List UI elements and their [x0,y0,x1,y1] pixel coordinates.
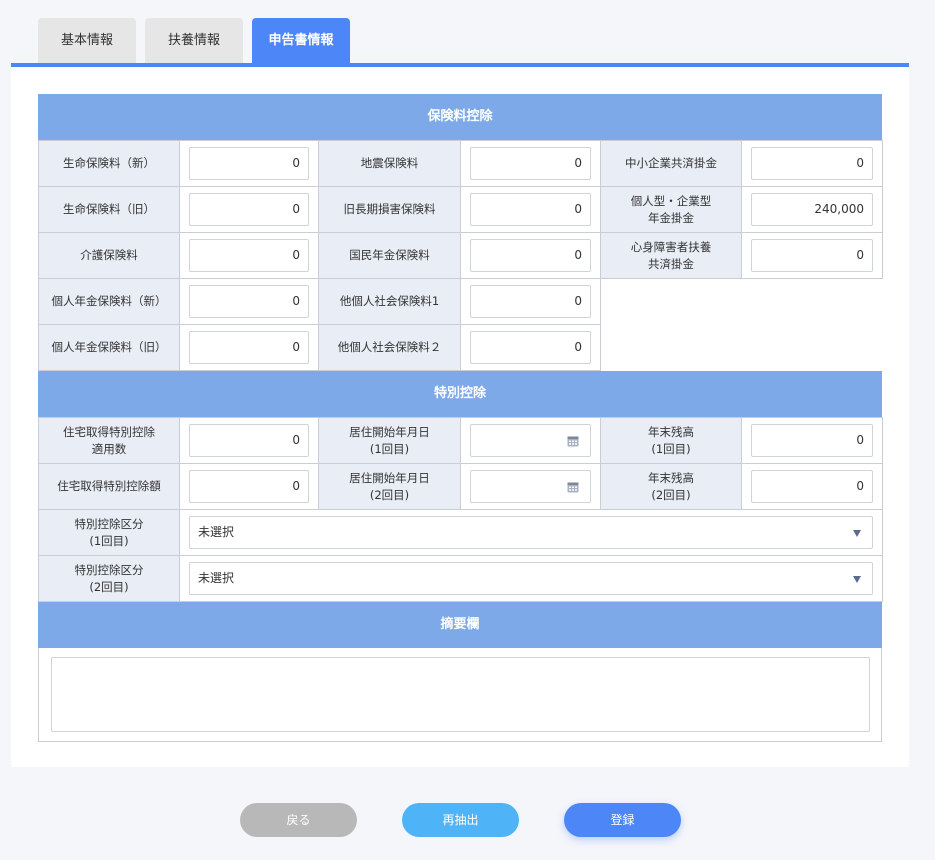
other-social-insurance-1-input[interactable]: 0 [470,285,591,318]
reextract-button[interactable]: 再抽出 [402,803,519,837]
housing-deduction-count-input[interactable]: 0 [189,424,309,457]
table-row: 住宅取得特別控除額 0 居住開始年月日 (2回目) 年末残高 (2回目) 0 [38,463,883,510]
calendar-icon[interactable] [567,435,579,447]
chevron-down-icon [853,576,861,583]
tab-basic-info[interactable]: 基本情報 [38,18,136,63]
field-label: 旧長期損害保険料 [318,186,461,233]
calendar-icon[interactable] [567,481,579,493]
register-button[interactable]: 登録 [564,803,681,837]
tab-declaration-info[interactable]: 申告書情報 [252,18,350,63]
field-label: 地震保険料 [318,140,461,187]
old-long-term-damage-insurance-input[interactable]: 0 [470,193,591,226]
field-label: 年末残高 (2回目) [600,463,742,510]
table-row: 特別控除区分 (2回目) 未選択 [38,555,883,602]
personal-pension-new-input[interactable]: 0 [189,285,309,318]
insurance-table: 生命保険料（新） 0 地震保険料 0 中小企業共済掛金 0 生命保険料（旧） 0… [38,140,883,371]
disability-mutual-aid-input[interactable]: 0 [751,239,873,272]
back-button[interactable]: 戻る [240,803,357,837]
memo-container [38,648,882,742]
special-table: 住宅取得特別控除 適用数 0 居住開始年月日 (1回目) 年末残高 (1回目) 0 住… [38,417,883,602]
table-row: 生命保険料（旧） 0 旧長期損害保険料 0 個人型・企業型 年金掛金 240,00… [38,186,883,233]
form-grid: 保険料控除 生命保険料（新） 0 地震保険料 0 中小企業共済掛金 0 生命保険… [38,94,883,742]
field-label: 他個人社会保険料1 [318,278,461,325]
field-label: 生命保険料（旧） [38,186,180,233]
field-label: 中小企業共済掛金 [600,140,742,187]
housing-deduction-amount-input[interactable]: 0 [189,470,309,503]
table-row: 特別控除区分 (1回目) 未選択 [38,509,883,556]
field-label: 特別控除区分 (1回目) [38,509,180,556]
residence-start-date-2-input[interactable] [470,470,591,503]
life-insurance-new-input[interactable]: 0 [189,147,309,180]
nursing-insurance-input[interactable]: 0 [189,239,309,272]
table-row: 個人年金保険料（新） 0 他個人社会保険料1 0 [38,278,883,371]
field-label: 個人年金保険料（新） [38,278,180,325]
special-deduction-type-2-select[interactable]: 未選択 [189,562,873,595]
sme-mutual-aid-input[interactable]: 0 [751,147,873,180]
special-section-title: 特別控除 [38,371,882,417]
field-label: 国民年金保険料 [318,232,461,279]
tab-bar: 基本情報 扶養情報 申告書情報 [38,18,350,63]
field-label: 個人年金保険料（旧） [38,324,180,371]
field-label: 生命保険料（新） [38,140,180,187]
year-end-balance-2-input[interactable]: 0 [751,470,873,503]
field-label: 居住開始年月日 (2回目) [318,463,461,510]
field-label: 介護保険料 [38,232,180,279]
field-label: 個人型・企業型 年金掛金 [600,186,742,233]
field-label: 他個人社会保険料２ [318,324,461,371]
special-deduction-type-1-select[interactable]: 未選択 [189,516,873,549]
earthquake-insurance-input[interactable]: 0 [470,147,591,180]
select-value: 未選択 [198,571,235,585]
table-row: 生命保険料（新） 0 地震保険料 0 中小企業共済掛金 0 [38,140,883,187]
chevron-down-icon [853,530,861,537]
other-social-insurance-2-input[interactable]: 0 [470,331,591,364]
memo-section-title: 摘要欄 [38,602,882,648]
field-label: 心身障害者扶養 共済掛金 [600,232,742,279]
personal-pension-old-input[interactable]: 0 [189,331,309,364]
tab-dependents-info[interactable]: 扶養情報 [145,18,243,63]
field-label: 特別控除区分 (2回目) [38,555,180,602]
field-label: 居住開始年月日 (1回目) [318,417,461,464]
year-end-balance-1-input[interactable]: 0 [751,424,873,457]
insurance-section-title: 保険料控除 [38,94,882,140]
table-row: 住宅取得特別控除 適用数 0 居住開始年月日 (1回目) 年末残高 (1回目) 0 [38,417,883,464]
life-insurance-old-input[interactable]: 0 [189,193,309,226]
field-label: 住宅取得特別控除 適用数 [38,417,180,464]
pension-contribution-input[interactable]: 240,000 [751,193,873,226]
field-label: 住宅取得特別控除額 [38,463,180,510]
select-value: 未選択 [198,525,235,539]
table-row: 介護保険料 0 国民年金保険料 0 心身障害者扶養 共済掛金 0 [38,232,883,279]
residence-start-date-1-input[interactable] [470,424,591,457]
field-label: 年末残高 (1回目) [600,417,742,464]
national-pension-input[interactable]: 0 [470,239,591,272]
memo-textarea[interactable] [51,657,870,732]
